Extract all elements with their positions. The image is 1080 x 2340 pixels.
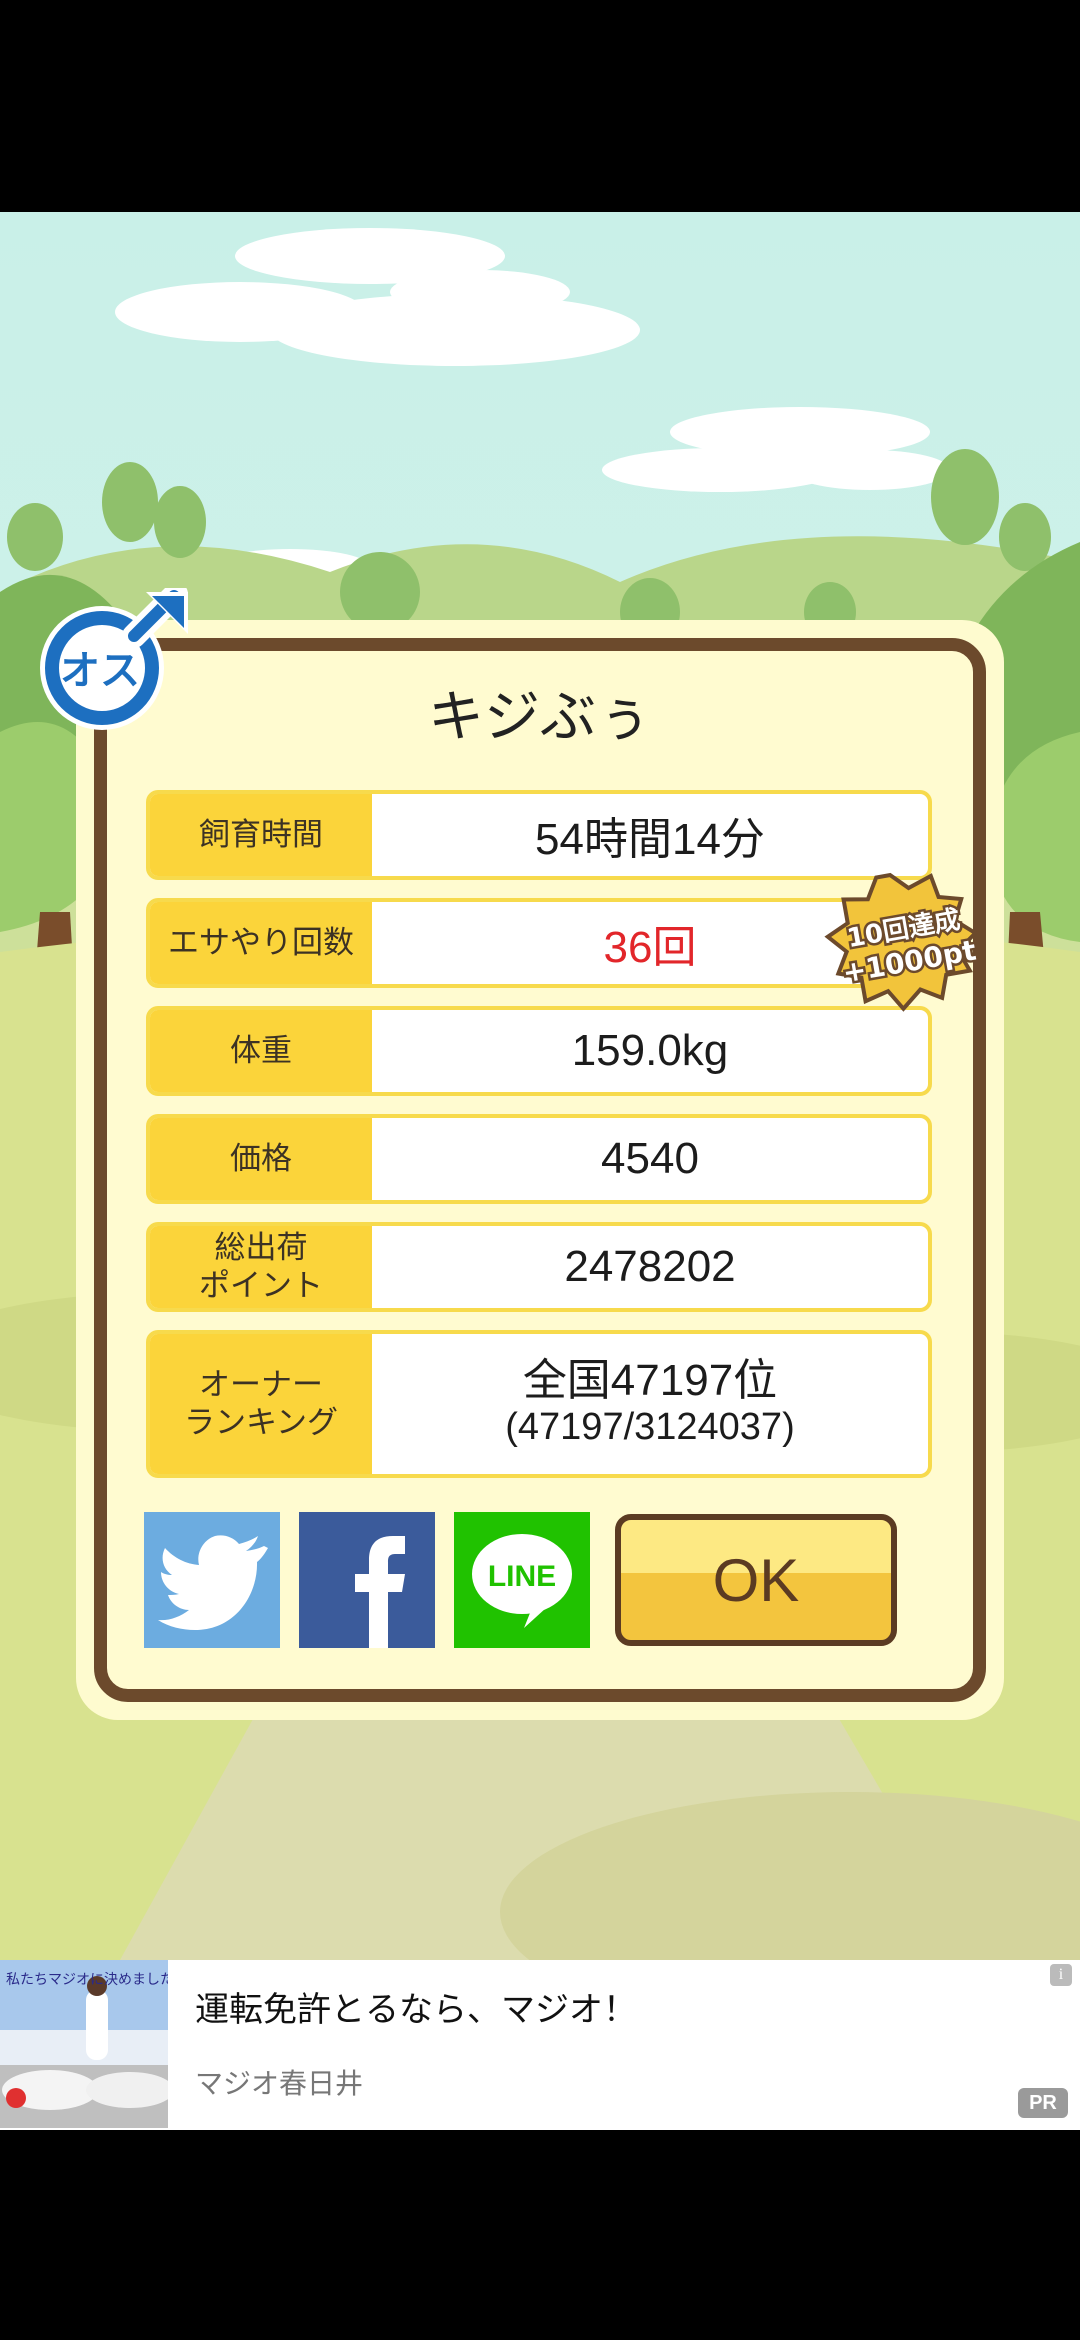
stat-row-feed-count: エサやり回数 36回	[146, 898, 932, 988]
twitter-share-button[interactable]	[144, 1512, 280, 1648]
stat-label: 飼育時間	[150, 794, 372, 876]
stat-label: 総出荷 ポイント	[150, 1226, 372, 1308]
twitter-icon	[158, 1535, 268, 1630]
stat-value: 4540	[601, 1134, 699, 1183]
ranking-ratio: (47197/3124037)	[505, 1406, 795, 1448]
stat-value: 159.0kg	[571, 1026, 729, 1075]
stat-row-feeding-time: 飼育時間 54時間14分	[146, 790, 932, 880]
navigation-bar-area	[0, 2130, 1080, 2340]
facebook-icon	[355, 1536, 405, 1648]
ad-thumbnail: 私たちマジオに決めました	[0, 1960, 168, 2128]
stat-row-weight: 体重 159.0kg	[146, 1006, 932, 1096]
ad-title[interactable]: 運転免許とるなら、マジオ！	[195, 1982, 637, 2031]
ranking-position: 全国47197位	[522, 1356, 778, 1405]
stat-label: 価格	[150, 1118, 372, 1200]
line-share-button[interactable]: LINE	[454, 1512, 590, 1648]
stat-label: オーナー ランキング	[150, 1334, 372, 1474]
achievement-badge: 10回達成 +1000pt	[818, 868, 986, 1018]
ad-advertiser: マジオ春日井	[195, 2067, 364, 2100]
pet-name: キジぶぅ	[428, 685, 652, 750]
stat-label: エサやり回数	[150, 902, 372, 984]
stat-row-price: 価格 4540	[146, 1114, 932, 1204]
ok-button[interactable]: OK	[615, 1514, 897, 1646]
facebook-share-button[interactable]	[299, 1512, 435, 1648]
svg-text:私たちマジオに決めました: 私たちマジオに決めました	[6, 1972, 168, 1988]
stat-value: 2478202	[564, 1242, 736, 1291]
stat-row-shipping-points: 総出荷 ポイント 2478202	[146, 1222, 932, 1312]
ad-info-icon[interactable]: i	[1050, 1964, 1072, 1986]
status-bar-area	[0, 0, 1080, 212]
stat-value: 全国47197位 (47197/3124037)	[372, 1334, 928, 1474]
line-icon: LINE	[472, 1534, 572, 1628]
ad-banner[interactable]: 私たちマジオに決めました 運転免許とるなら、マジオ！ マジオ春日井 i PR	[0, 1960, 1080, 2130]
stat-label: 体重	[150, 1010, 372, 1092]
stat-row-owner-ranking: オーナー ランキング 全国47197位 (47197/3124037)	[146, 1330, 932, 1478]
svg-text:LINE: LINE	[488, 1560, 556, 1593]
ad-pr-badge: PR	[1018, 2088, 1068, 2118]
stat-value: 54時間14分	[535, 815, 765, 864]
